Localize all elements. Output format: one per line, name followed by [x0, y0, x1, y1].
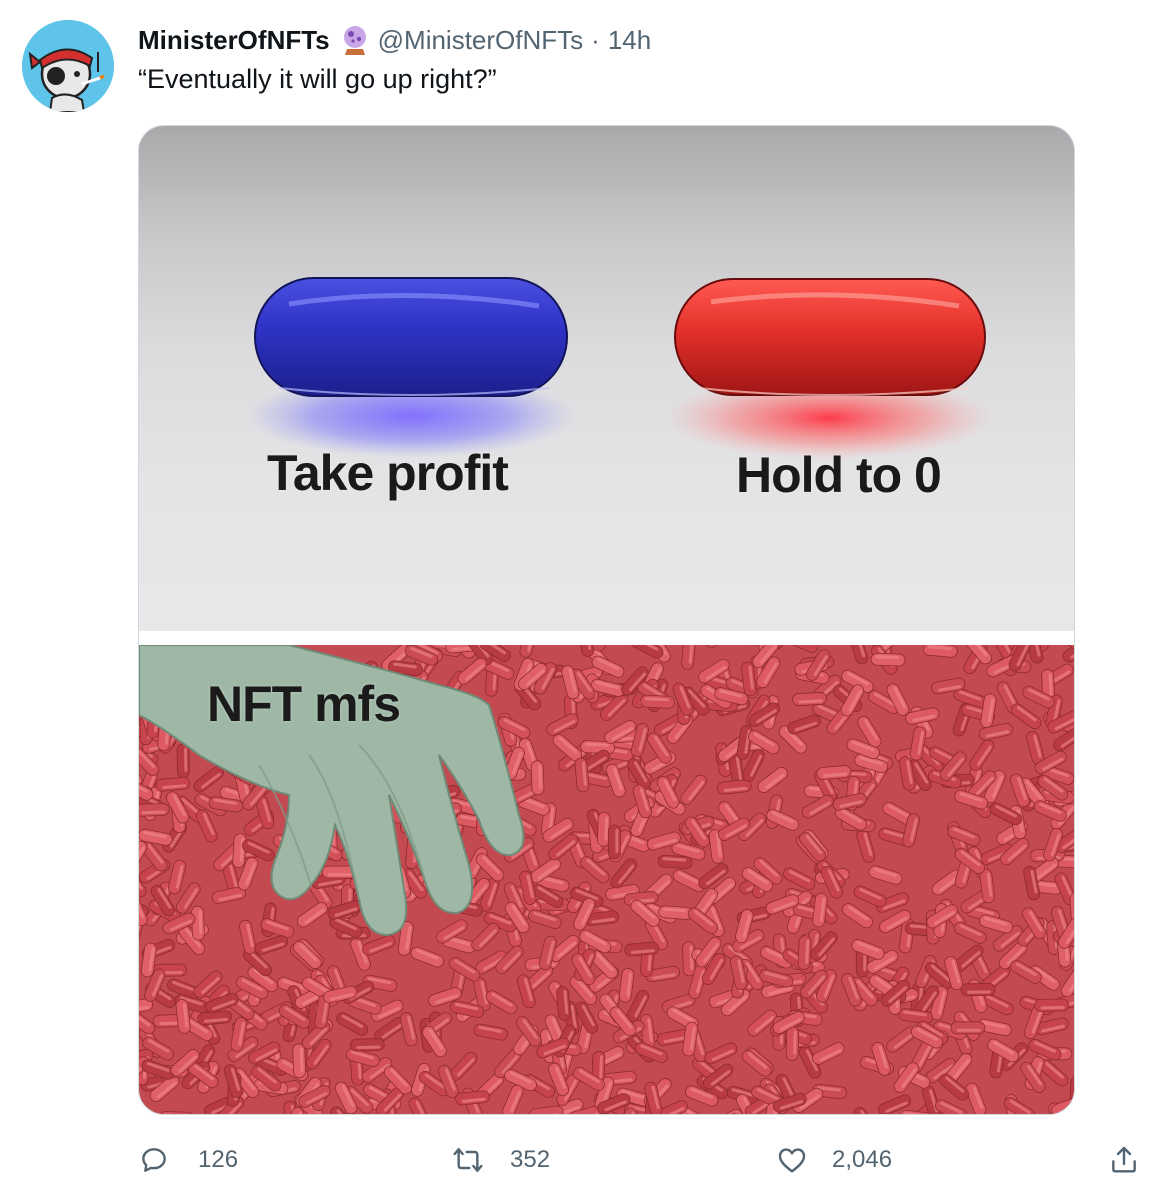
- user-handle[interactable]: @MinisterOfNFTs: [378, 25, 584, 56]
- display-name[interactable]: MinisterOfNFTs: [138, 25, 330, 56]
- share-icon: [1112, 1146, 1136, 1173]
- like-button[interactable]: 2,046: [776, 1138, 892, 1182]
- tweet-header: MinisterOfNFTs @MinisterOfNFTs · 14h: [138, 22, 651, 58]
- tweet-actions: 126 352 2,046: [138, 1138, 1158, 1182]
- meme-bottom-panel: NFT mfs: [139, 645, 1074, 1114]
- separator-dot: ·: [591, 24, 600, 55]
- retweet-button[interactable]: 352: [452, 1138, 550, 1182]
- tweet-media[interactable]: Take profit Hold to 0 NFT mfs: [138, 125, 1075, 1115]
- retweet-count: 352: [510, 1146, 551, 1173]
- avatar-illustration: [22, 20, 114, 112]
- meme-top-panel: Take profit Hold to 0: [139, 126, 1074, 631]
- reply-button[interactable]: 126: [138, 1138, 238, 1182]
- crystal-ball-icon: [340, 24, 370, 56]
- meme-divider: [139, 631, 1074, 645]
- like-count: 2,046: [832, 1146, 893, 1173]
- avatar[interactable]: [22, 20, 114, 112]
- retweet-icon: [453, 1148, 483, 1172]
- heart-icon: [778, 1148, 806, 1173]
- tweet-timestamp[interactable]: 14h: [608, 25, 651, 56]
- reply-icon: [142, 1148, 166, 1172]
- caption-nft-mfs: NFT mfs: [207, 676, 401, 732]
- pills-illustration: [246, 277, 994, 460]
- share-button[interactable]: [1108, 1138, 1140, 1182]
- caption-take-profit: Take profit: [267, 445, 509, 501]
- reply-count: 126: [198, 1146, 239, 1173]
- caption-hold-to-zero: Hold to 0: [736, 447, 942, 503]
- tweet-text: “Eventually it will go up right?”: [138, 64, 497, 94]
